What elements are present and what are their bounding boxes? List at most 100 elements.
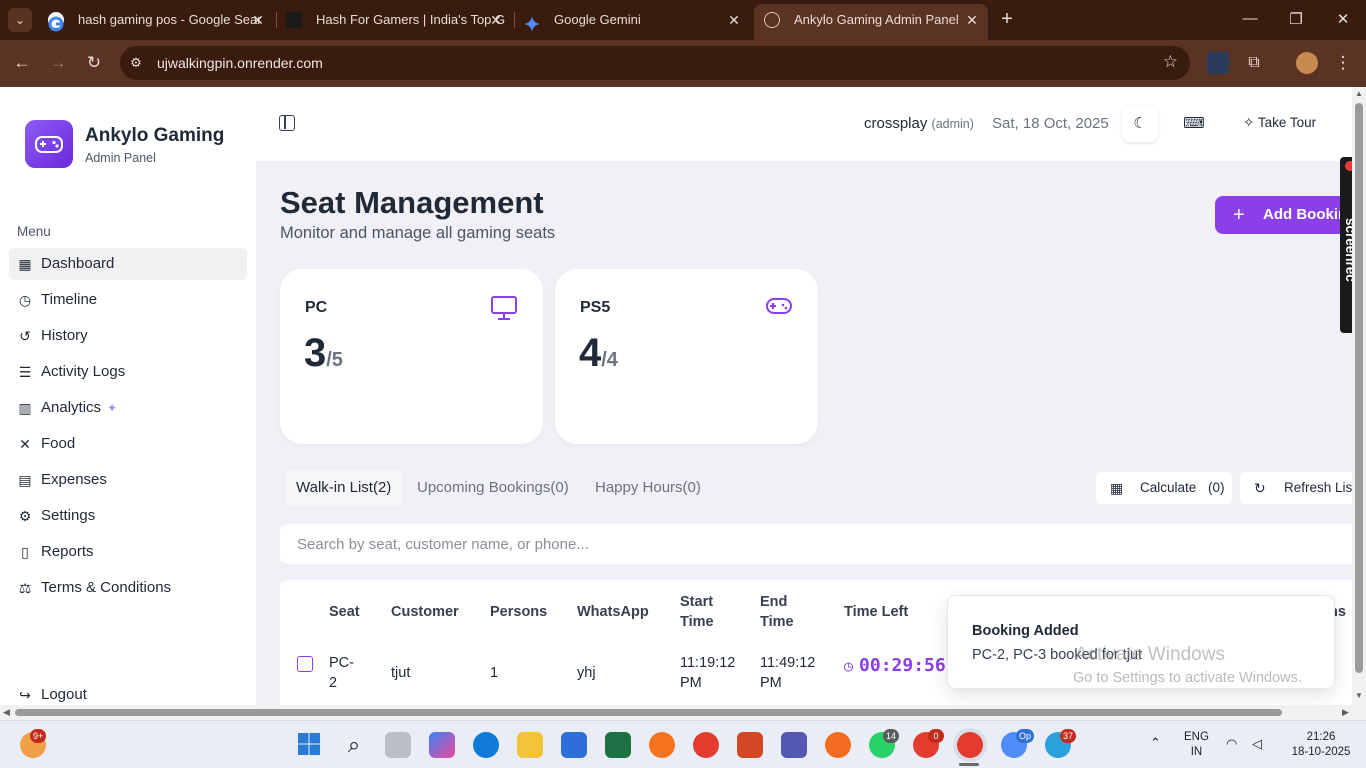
seat-card-pc[interactable]: PC 3/5	[280, 269, 543, 444]
calculate-count: (0)	[1208, 480, 1225, 495]
new-tab-button[interactable]: +	[996, 8, 1018, 30]
sidebar-item-dashboard[interactable]: ▦ Dashboard	[9, 248, 247, 280]
powerpoint-icon[interactable]	[737, 732, 763, 758]
refresh-list-button[interactable]: ↻ Refresh List	[1240, 472, 1352, 504]
scroll-up-icon[interactable]: ▲	[1355, 89, 1363, 98]
extension-icon[interactable]	[1207, 52, 1229, 74]
search-icon[interactable]: ⌕	[341, 732, 367, 758]
browser-tab-hash-gamers[interactable]: Hash For Gamers | India's Top G ✕	[276, 4, 512, 36]
page-subtitle: Monitor and manage all gaming seats	[280, 224, 556, 242]
keyboard-shortcuts-button[interactable]: ⌨	[1176, 106, 1212, 142]
back-arrow-icon[interactable]: ←	[12, 53, 32, 73]
microsoft-store-icon[interactable]	[561, 732, 587, 758]
address-bar[interactable]: ⚙ ujwalkingpin.onrender.com ☆	[120, 46, 1190, 80]
reload-icon[interactable]: ↻	[84, 53, 104, 73]
browser-tab-ankylo-active[interactable]: Ankylo Gaming Admin Panel ✕	[754, 4, 988, 40]
browser-tab-gemini[interactable]: Google Gemini ✕	[514, 4, 750, 36]
teams-icon[interactable]	[781, 732, 807, 758]
cell-seat: PC- 2	[329, 655, 354, 691]
tray-overflow-icon[interactable]: ⌃	[1150, 735, 1161, 750]
logout-button[interactable]: ↪ Logout	[9, 679, 247, 705]
calculator-icon: ▦	[1110, 480, 1124, 496]
chrome-icon[interactable]	[693, 732, 719, 758]
language-indicator[interactable]: ENG IN	[1184, 730, 1209, 760]
edge-icon[interactable]	[473, 732, 499, 758]
extensions-puzzle-icon[interactable]: ⧉	[1243, 52, 1265, 74]
tab-upcoming-bookings[interactable]: Upcoming Bookings(0)	[406, 470, 580, 506]
column-header-seat: Seat	[329, 604, 360, 620]
minimize-icon[interactable]: —	[1240, 10, 1260, 27]
activate-windows-subtitle: Go to Settings to activate Windows.	[1073, 670, 1302, 686]
cell-customer: tjut	[391, 665, 411, 681]
telegram-badge: 37	[1060, 729, 1077, 743]
sidebar-item-expenses[interactable]: ▤ Expenses	[9, 464, 247, 496]
copilot-icon[interactable]	[429, 732, 455, 758]
sparkle-icon: ✦	[107, 401, 118, 415]
row-checkbox[interactable]	[297, 656, 313, 672]
windows-start-icon[interactable]	[297, 732, 323, 758]
screenrec-widget[interactable]: screenrec	[1340, 157, 1352, 333]
sidebar-item-food[interactable]: ✕ Food	[9, 428, 247, 460]
current-date: Sat, 18 Oct, 2025	[992, 115, 1109, 132]
utensils-icon: ✕	[19, 436, 31, 452]
sidebar-item-label: Expenses	[41, 471, 107, 488]
url-text: ujwalkingpin.onrender.com	[157, 55, 323, 71]
activate-windows-title: Activate Windows	[1075, 644, 1225, 665]
sidebar-item-analytics[interactable]: ▥ Analytics ✦	[9, 392, 247, 424]
volume-icon[interactable]: ◁	[1252, 736, 1262, 751]
column-header-time-left: Time Left	[844, 604, 909, 620]
scale-icon: ⚖	[18, 580, 32, 596]
wifi-icon[interactable]: ◠	[1226, 736, 1237, 751]
search-input[interactable]	[280, 524, 1352, 564]
chrome-active-icon[interactable]	[957, 732, 983, 758]
tab-search-button[interactable]: ⌄	[8, 8, 32, 32]
sidebar-item-reports[interactable]: ▯ Reports	[9, 536, 247, 568]
time-left-value: 00:29:56	[859, 655, 946, 676]
sidebar-item-activity-logs[interactable]: ☰ Activity Logs	[9, 356, 247, 388]
more-menu-icon[interactable]: ⋮	[1333, 53, 1353, 73]
tab-happy-hours[interactable]: Happy Hours(0)	[584, 470, 712, 506]
dark-mode-toggle[interactable]: ☾	[1122, 106, 1158, 142]
profile-avatar[interactable]	[1296, 52, 1318, 74]
take-tour-button[interactable]: ✧ Take Tour	[1243, 115, 1316, 131]
sidebar-toggle-icon[interactable]	[279, 115, 295, 131]
tab-close-icon[interactable]: ✕	[726, 4, 742, 36]
scroll-down-icon[interactable]: ▼	[1355, 691, 1363, 700]
sidebar-item-terms[interactable]: ⚖ Terms & Conditions	[9, 572, 247, 604]
scroll-right-icon[interactable]: ▶	[1342, 707, 1349, 718]
browser-tab-google-search[interactable]: hash gaming pos - Google Sear ✕	[38, 4, 274, 36]
language-code: ENG	[1184, 731, 1209, 743]
task-view-icon[interactable]	[385, 732, 411, 758]
sidebar-item-label: Analytics	[41, 399, 102, 416]
bookmark-star-icon[interactable]: ☆	[1163, 52, 1178, 72]
add-booking-button[interactable]: + Add Bookin	[1215, 196, 1352, 234]
clock-icon: ◷	[18, 292, 32, 308]
sidebar-item-timeline[interactable]: ◷ Timeline	[9, 284, 247, 316]
tab-title: Ankylo Gaming Admin Panel	[794, 12, 959, 27]
sidebar-item-settings[interactable]: ⚙ Settings	[9, 500, 247, 532]
sidebar-item-label: Dashboard	[41, 255, 115, 272]
tab-walk-in-list[interactable]: Walk-in List(2)	[285, 470, 403, 506]
scroll-thumb[interactable]	[15, 709, 1282, 716]
forward-arrow-icon[interactable]: →	[48, 53, 68, 73]
site-info-icon[interactable]: ⚙	[126, 53, 146, 73]
firefox-icon[interactable]	[649, 732, 675, 758]
seat-card-ps5[interactable]: PS5 4/4	[555, 269, 818, 444]
horizontal-scrollbar[interactable]: ◀ ▶	[0, 705, 1366, 720]
vertical-scrollbar[interactable]: ▲ ▼	[1352, 87, 1366, 705]
tab-close-icon[interactable]: ✕	[488, 4, 504, 36]
sidebar-item-history[interactable]: ↺ History	[9, 320, 247, 352]
clock-tray[interactable]: 21:26 18-10-2025	[1290, 730, 1352, 760]
excel-icon[interactable]	[605, 732, 631, 758]
scroll-thumb[interactable]	[1355, 103, 1363, 673]
file-explorer-icon[interactable]	[517, 732, 543, 758]
window-close-icon[interactable]: ✕	[1333, 10, 1353, 28]
calculate-button[interactable]: ▦ Calculate (0)	[1096, 472, 1232, 504]
tab-close-icon[interactable]: ✕	[250, 4, 266, 36]
app-icon[interactable]	[825, 732, 851, 758]
scroll-left-icon[interactable]: ◀	[3, 707, 10, 718]
tab-close-icon[interactable]: ✕	[964, 4, 980, 36]
restore-icon[interactable]: ❐	[1286, 10, 1306, 28]
clock-time: 21:26	[1306, 731, 1336, 743]
occupied-count: 3	[304, 331, 327, 375]
